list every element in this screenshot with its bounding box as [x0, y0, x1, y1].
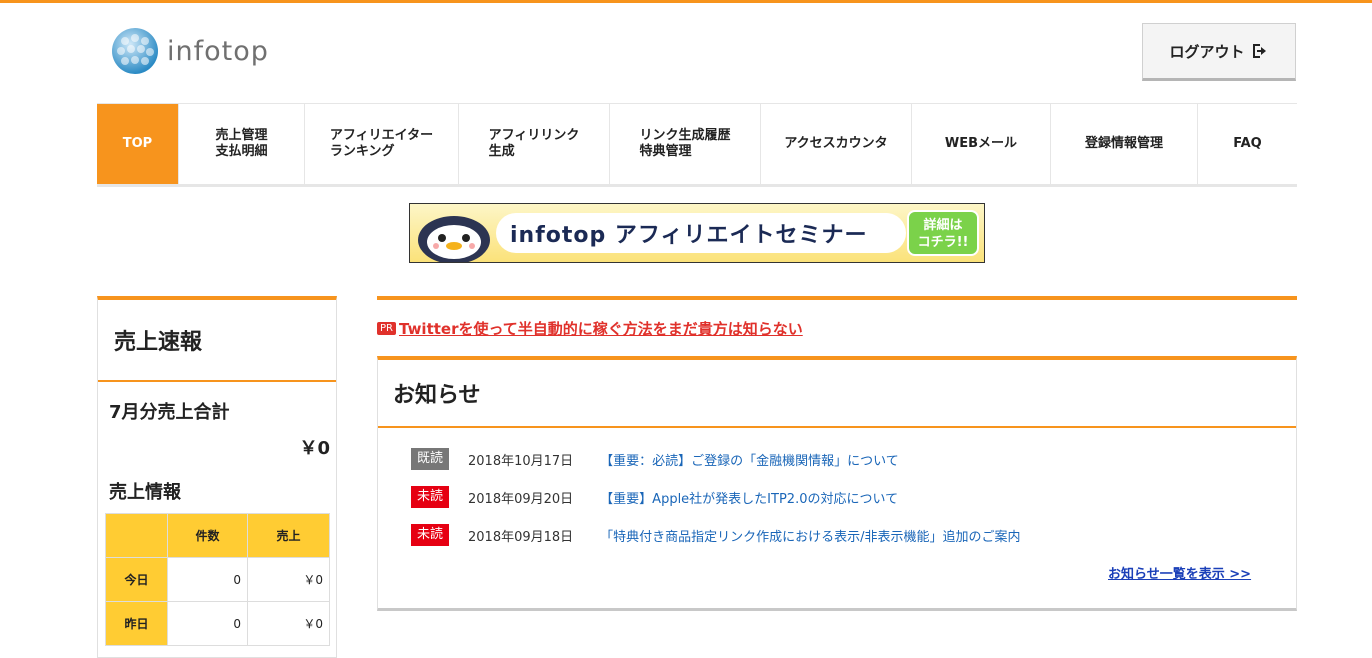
logout-icon	[1252, 44, 1266, 58]
main-nav: TOP 売上管理 支払明細 アフィリエイター ランキング アフィリリンク 生成 リンク…	[97, 103, 1297, 187]
banner-title: infotop アフィリエイトセミナー	[496, 213, 906, 253]
pr-divider	[377, 296, 1297, 300]
pr-badge: PR	[377, 322, 396, 335]
nav-label: アクセスカウンタ	[784, 136, 888, 151]
news-link[interactable]: 【重要：必読】ご登録の「金融機関情報」について	[600, 450, 899, 469]
logo[interactable]: infotop	[111, 27, 269, 75]
news-item: 既読 2018年10月17日 【重要：必読】ご登録の「金融機関情報」について	[411, 448, 899, 470]
nav-label: WEBメール	[944, 136, 1018, 151]
sidebar-title: 売上速報	[98, 300, 336, 382]
news-date: 2018年09月18日	[468, 529, 574, 545]
nav-sales[interactable]: 売上管理 支払明細	[179, 104, 305, 184]
header: infotop ログアウト	[0, 3, 1372, 103]
table-row: 昨日 0 ￥0	[105, 601, 330, 646]
table-header: 売上	[247, 513, 330, 558]
news-item: 未読 2018年09月18日 「特典付き商品指定リンク作成における表示/非表示機…	[411, 524, 1021, 546]
pr-link[interactable]: PR Twitterを使って半自動的に稼ぐ方法をまだ貴方は知らない	[377, 318, 803, 339]
nav-label: ランキング	[329, 144, 395, 159]
nav-label: 支払明細	[215, 144, 268, 159]
logout-button[interactable]: ログアウト	[1142, 23, 1296, 81]
news-more-link[interactable]: お知らせ一覧を表示 >>	[1108, 563, 1251, 582]
nav-label: アフィリリンク	[488, 128, 580, 143]
banner-cta-line: コチラ!!	[917, 235, 969, 250]
nav-label: 売上管理	[215, 128, 268, 143]
pr-text[interactable]: Twitterを使って半自動的に稼ぐ方法をまだ貴方は知らない	[399, 318, 803, 339]
logo-text: infotop	[167, 35, 269, 67]
row-count: 0	[166, 601, 249, 646]
news-date: 2018年10月17日	[468, 453, 574, 469]
table-header: 件数	[166, 513, 249, 558]
news-date: 2018年09月20日	[468, 491, 574, 507]
nav-top[interactable]: TOP	[97, 104, 179, 184]
nav-label: FAQ	[1233, 136, 1262, 151]
sales-info-label: 売上情報	[109, 482, 181, 503]
status-badge: 既読	[411, 448, 449, 470]
news-link[interactable]: 【重要】Apple社が発表したITP2.0の対応について	[600, 488, 898, 507]
status-badge: 未読	[411, 486, 449, 508]
main-content: PR Twitterを使って半自動的に稼ぐ方法をまだ貴方は知らない お知らせ 既…	[377, 296, 1297, 611]
nav-affiliate-link[interactable]: アフィリリンク 生成	[459, 104, 610, 184]
seminar-banner[interactable]: infotop アフィリエイトセミナー 詳細は コチラ!!	[409, 203, 985, 263]
logout-label: ログアウト	[1169, 42, 1245, 61]
table-header-row: 件数 売上	[105, 513, 330, 558]
nav-label: リンク生成履歴	[639, 128, 731, 143]
row-label: 今日	[105, 557, 168, 602]
nav-affiliate-ranking[interactable]: アフィリエイター ランキング	[305, 104, 459, 184]
table-header	[105, 513, 168, 558]
month-total-value: ￥0	[299, 438, 330, 459]
nav-label: 登録情報管理	[1084, 136, 1163, 151]
sales-sidebar: 売上速報 7月分売上合計 ￥0 売上情報 件数 売上 今日 0 ￥0 昨日 0 …	[97, 296, 337, 658]
banner-cta[interactable]: 詳細は コチラ!!	[907, 210, 979, 256]
nav-link-history[interactable]: リンク生成履歴 特典管理	[610, 104, 761, 184]
nav-registration[interactable]: 登録情報管理	[1051, 104, 1198, 184]
nav-label: TOP	[122, 136, 153, 151]
sales-table: 件数 売上 今日 0 ￥0 昨日 0 ￥0	[105, 513, 330, 646]
nav-faq[interactable]: FAQ	[1198, 104, 1297, 184]
row-sales: ￥0	[247, 601, 330, 646]
penguin-icon	[418, 216, 490, 262]
month-total-label: 7月分売上合計	[109, 402, 230, 423]
news-title: お知らせ	[378, 360, 1296, 428]
logo-globe-icon	[112, 28, 158, 74]
news-panel: お知らせ 既読 2018年10月17日 【重要：必読】ご登録の「金融機関情報」に…	[377, 356, 1297, 611]
banner-cta-line: 詳細は	[923, 218, 963, 233]
nav-label: アフィリエイター	[329, 128, 434, 143]
nav-access-counter[interactable]: アクセスカウンタ	[761, 104, 912, 184]
news-item: 未読 2018年09月20日 【重要】Apple社が発表したITP2.0の対応に…	[411, 486, 898, 508]
nav-webmail[interactable]: WEBメール	[912, 104, 1051, 184]
nav-label: 生成	[488, 144, 515, 159]
row-sales: ￥0	[247, 557, 330, 602]
row-count: 0	[166, 557, 249, 602]
row-label: 昨日	[105, 601, 168, 646]
nav-label: 特典管理	[639, 144, 692, 159]
status-badge: 未読	[411, 524, 449, 546]
table-row: 今日 0 ￥0	[105, 557, 330, 602]
news-link[interactable]: 「特典付き商品指定リンク作成における表示/非表示機能」追加のご案内	[600, 526, 1020, 545]
